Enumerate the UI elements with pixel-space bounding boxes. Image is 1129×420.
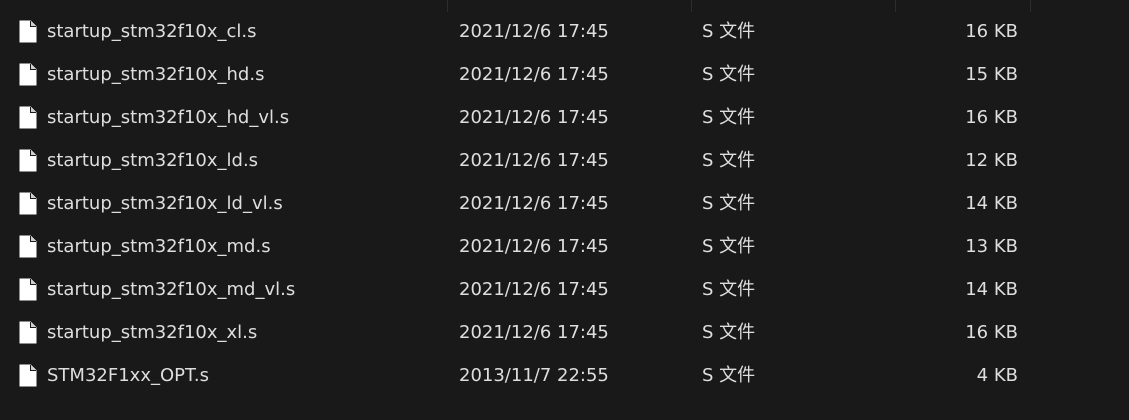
file-date: 2021/12/6 17:45 <box>459 193 609 214</box>
file-date: 2021/12/6 17:45 <box>459 322 609 343</box>
file-size: 16 KB <box>965 322 1018 343</box>
file-name[interactable]: startup_stm32f10x_ld_vl.s <box>47 182 283 225</box>
file-icon <box>19 63 37 86</box>
file-name[interactable]: startup_stm32f10x_hd.s <box>47 53 264 96</box>
file-size: 12 KB <box>965 150 1018 171</box>
file-name[interactable]: startup_stm32f10x_ld.s <box>47 139 258 182</box>
file-row[interactable]: startup_stm32f10x_md.s 2021/12/6 17:45 S… <box>0 225 1129 268</box>
file-type: S 文件 <box>702 64 756 85</box>
file-row[interactable]: startup_stm32f10x_hd.s 2021/12/6 17:45 S… <box>0 53 1129 96</box>
file-date: 2021/12/6 17:45 <box>459 236 609 257</box>
file-type: S 文件 <box>702 322 756 343</box>
file-type: S 文件 <box>702 236 756 257</box>
file-name[interactable]: startup_stm32f10x_hd_vl.s <box>47 96 289 139</box>
file-size: 14 KB <box>965 193 1018 214</box>
file-icon <box>19 364 37 387</box>
file-type: S 文件 <box>702 21 756 42</box>
file-name[interactable]: STM32F1xx_OPT.s <box>47 354 209 397</box>
file-icon <box>19 321 37 344</box>
file-size: 13 KB <box>965 236 1018 257</box>
file-type: S 文件 <box>702 150 756 171</box>
file-name[interactable]: startup_stm32f10x_cl.s <box>47 10 257 53</box>
file-name[interactable]: startup_stm32f10x_md_vl.s <box>47 268 295 311</box>
file-icon <box>19 235 37 258</box>
file-name[interactable]: startup_stm32f10x_md.s <box>47 225 271 268</box>
file-type: S 文件 <box>702 365 756 386</box>
file-date: 2021/12/6 17:45 <box>459 107 609 128</box>
file-icon <box>19 278 37 301</box>
file-date: 2021/12/6 17:45 <box>459 21 609 42</box>
file-date: 2013/11/7 22:55 <box>459 365 609 386</box>
file-row[interactable]: STM32F1xx_OPT.s 2013/11/7 22:55 S 文件 4 K… <box>0 354 1129 397</box>
file-icon <box>19 106 37 129</box>
file-type: S 文件 <box>702 193 756 214</box>
file-icon <box>19 149 37 172</box>
file-row[interactable]: startup_stm32f10x_md_vl.s 2021/12/6 17:4… <box>0 268 1129 311</box>
file-icon <box>19 192 37 215</box>
file-type: S 文件 <box>702 107 756 128</box>
file-icon <box>19 20 37 43</box>
file-date: 2021/12/6 17:45 <box>459 64 609 85</box>
file-name[interactable]: startup_stm32f10x_xl.s <box>47 311 257 354</box>
file-row[interactable]: startup_stm32f10x_hd_vl.s 2021/12/6 17:4… <box>0 96 1129 139</box>
file-size: 16 KB <box>965 21 1018 42</box>
file-row[interactable]: startup_stm32f10x_ld_vl.s 2021/12/6 17:4… <box>0 182 1129 225</box>
file-date: 2021/12/6 17:45 <box>459 150 609 171</box>
file-size: 15 KB <box>965 64 1018 85</box>
file-size: 4 KB <box>976 365 1018 386</box>
file-row[interactable]: startup_stm32f10x_cl.s 2021/12/6 17:45 S… <box>0 10 1129 53</box>
file-row[interactable]: startup_stm32f10x_ld.s 2021/12/6 17:45 S… <box>0 139 1129 182</box>
file-date: 2021/12/6 17:45 <box>459 279 609 300</box>
file-size: 14 KB <box>965 279 1018 300</box>
file-row[interactable]: startup_stm32f10x_xl.s 2021/12/6 17:45 S… <box>0 311 1129 354</box>
file-type: S 文件 <box>702 279 756 300</box>
file-list: startup_stm32f10x_cl.s 2021/12/6 17:45 S… <box>0 10 1129 397</box>
file-size: 16 KB <box>965 107 1018 128</box>
